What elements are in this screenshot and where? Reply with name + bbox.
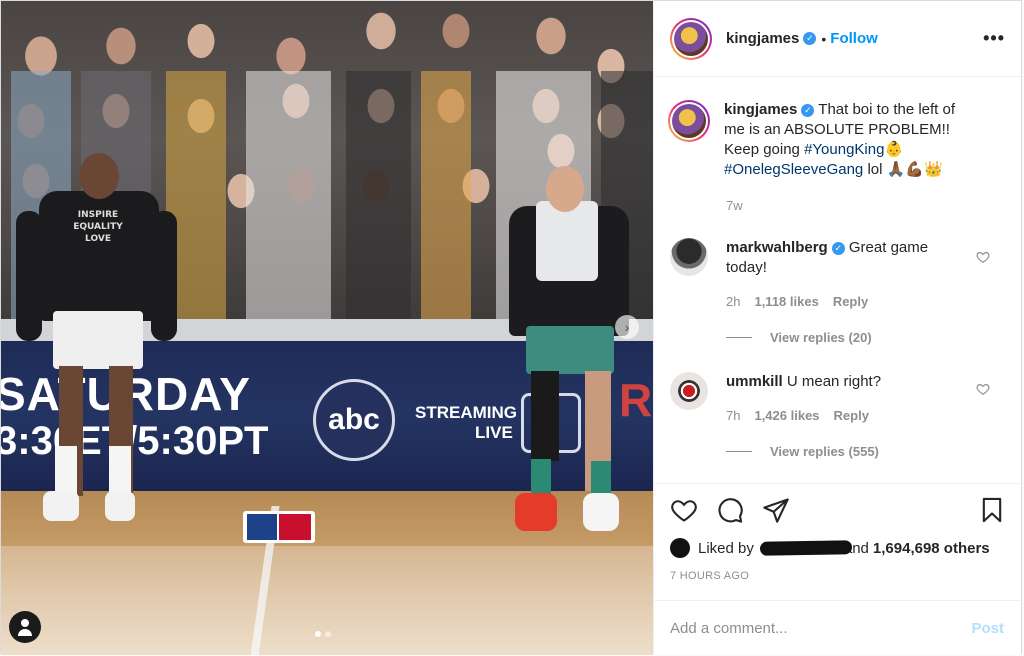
caption: kingjames ✓ That boi to the left of me is… (668, 100, 1010, 180)
comment-reply-button[interactable]: Reply (833, 294, 868, 309)
floor-reflection (1, 546, 653, 655)
player-left-sock-2 (109, 446, 131, 494)
action-icons (670, 496, 790, 524)
comment-like-heart-icon[interactable] (976, 250, 990, 264)
comment-like-heart-icon[interactable] (976, 382, 990, 396)
ad-streaming-label: STREAMING (415, 403, 517, 422)
ad-time-text: 3:30ET/5:30PT (1, 419, 269, 463)
heart-icon[interactable] (670, 496, 698, 524)
post-photo[interactable]: SATURDAY 3:30ET/5:30PT abc STREAMING LIV… (1, 1, 653, 655)
player-left-shoe-2 (105, 491, 135, 521)
more-options-icon[interactable]: ••• (983, 28, 1005, 49)
author-username[interactable]: kingjames (726, 30, 799, 47)
post-comment-button[interactable]: Post (971, 620, 1004, 637)
comment-item: markwahlberg ✓ Great game today! (670, 238, 1010, 278)
view-replies-button[interactable]: View replies (555) (726, 444, 879, 459)
ad-live-label: LIVE (475, 423, 513, 442)
carousel-dots (315, 631, 331, 637)
post-modal: SATURDAY 3:30ET/5:30PT abc STREAMING LIV… (0, 0, 1022, 655)
hashtag-youngking[interactable]: #YoungKing (804, 141, 884, 158)
comment-reply-button[interactable]: Reply (834, 408, 869, 423)
comment-text: ummkill U mean right? (726, 372, 966, 410)
add-comment-bar: Post (654, 600, 1020, 656)
hashtag-oneleg[interactable]: #OnelegSleeveGang (724, 161, 863, 178)
verified-badge-icon: ✓ (803, 32, 817, 45)
player-left-shoe (43, 491, 79, 521)
player-right-head (546, 166, 584, 212)
verified-badge-icon: ✓ (801, 104, 815, 117)
comment-username[interactable]: markwahlberg (726, 239, 828, 256)
caption-emoji-1: 👶 (884, 141, 904, 158)
comment-icon[interactable] (716, 496, 744, 524)
share-icon[interactable] (762, 496, 790, 524)
comment-likes[interactable]: 1,426 likes (754, 408, 819, 423)
player-right-sock-2 (591, 461, 611, 497)
post-side-panel: kingjames ✓ • Follow ••• kingjames ✓ That… (653, 1, 1021, 655)
commenter-avatar[interactable] (670, 238, 708, 276)
verified-badge-icon: ✓ (831, 242, 845, 255)
player-right-leg-sleeve (531, 371, 559, 461)
carousel-next-icon[interactable]: › (615, 315, 639, 339)
liked-by: Liked by and 1,694,698 others (670, 538, 990, 558)
player-right-towel (536, 201, 598, 281)
comment-meta: 7h 1,426 likes Reply (726, 408, 869, 423)
liker-avatar[interactable] (670, 538, 690, 558)
comment-meta: 2h 1,118 likes Reply (726, 294, 868, 309)
carousel-dot (325, 631, 331, 637)
caption-lol: lol (867, 161, 883, 178)
comment-item: ummkill U mean right? (670, 372, 1010, 410)
player-right-shoe (515, 493, 557, 531)
comment-input[interactable] (670, 620, 972, 637)
comment-likes[interactable]: 1,118 likes (754, 294, 818, 309)
player-right-shorts (526, 326, 614, 374)
liked-by-count[interactable]: 1,694,698 others (873, 540, 990, 557)
ad-streaming-text: STREAMING LIVE (415, 403, 517, 443)
caption-username[interactable]: kingjames (724, 101, 797, 118)
comment-username[interactable]: ummkill (726, 373, 783, 390)
caption-emoji-2: 🙏🏾💪🏾👑 (886, 161, 943, 178)
player-right-shoe-2 (583, 493, 619, 531)
player-left-head (79, 153, 119, 199)
comments-list[interactable]: kingjames ✓ That boi to the left of me is… (654, 78, 1020, 483)
carousel-dot-active (315, 631, 321, 637)
comment-body: U mean right? (786, 373, 882, 390)
follow-button[interactable]: Follow (830, 30, 878, 47)
caption-meta: 7w (726, 198, 743, 213)
caption-text: kingjames ✓ That boi to the left of me is… (724, 100, 964, 180)
player-left-sock (55, 446, 77, 494)
liked-by-prefix: Liked by (698, 539, 754, 557)
view-replies-line (726, 337, 752, 338)
commenter-avatar[interactable] (670, 372, 708, 410)
caption-avatar[interactable] (668, 100, 710, 142)
player-left-shorts (53, 311, 143, 369)
redacted-username (759, 540, 852, 556)
view-replies-label: View replies (20) (770, 330, 872, 345)
view-replies-line (726, 451, 752, 452)
abc-logo: abc (313, 379, 395, 461)
user-tag-icon[interactable] (9, 611, 41, 643)
comment-time[interactable]: 7h (726, 408, 740, 423)
view-replies-button[interactable]: View replies (20) (726, 330, 872, 345)
player-left-shirt-print: INSPIRE EQUALITY LOVE (73, 210, 123, 244)
post-actions: Liked by and 1,694,698 others 7 HOURS AG… (654, 483, 1020, 655)
view-replies-label: View replies (555) (770, 444, 879, 459)
comment-time[interactable]: 2h (726, 294, 740, 309)
header-separator: • (821, 30, 827, 47)
avatar[interactable] (670, 17, 712, 60)
post-timestamp[interactable]: 7 HOURS AGO (670, 570, 749, 582)
comment-text: markwahlberg ✓ Great game today! (726, 238, 966, 278)
ad-red-letter: R (619, 374, 653, 426)
bookmark-icon[interactable] (978, 496, 1006, 524)
caption-time[interactable]: 7w (726, 198, 743, 213)
post-header: kingjames ✓ • Follow ••• (654, 1, 1021, 77)
nba-logo (243, 511, 315, 543)
